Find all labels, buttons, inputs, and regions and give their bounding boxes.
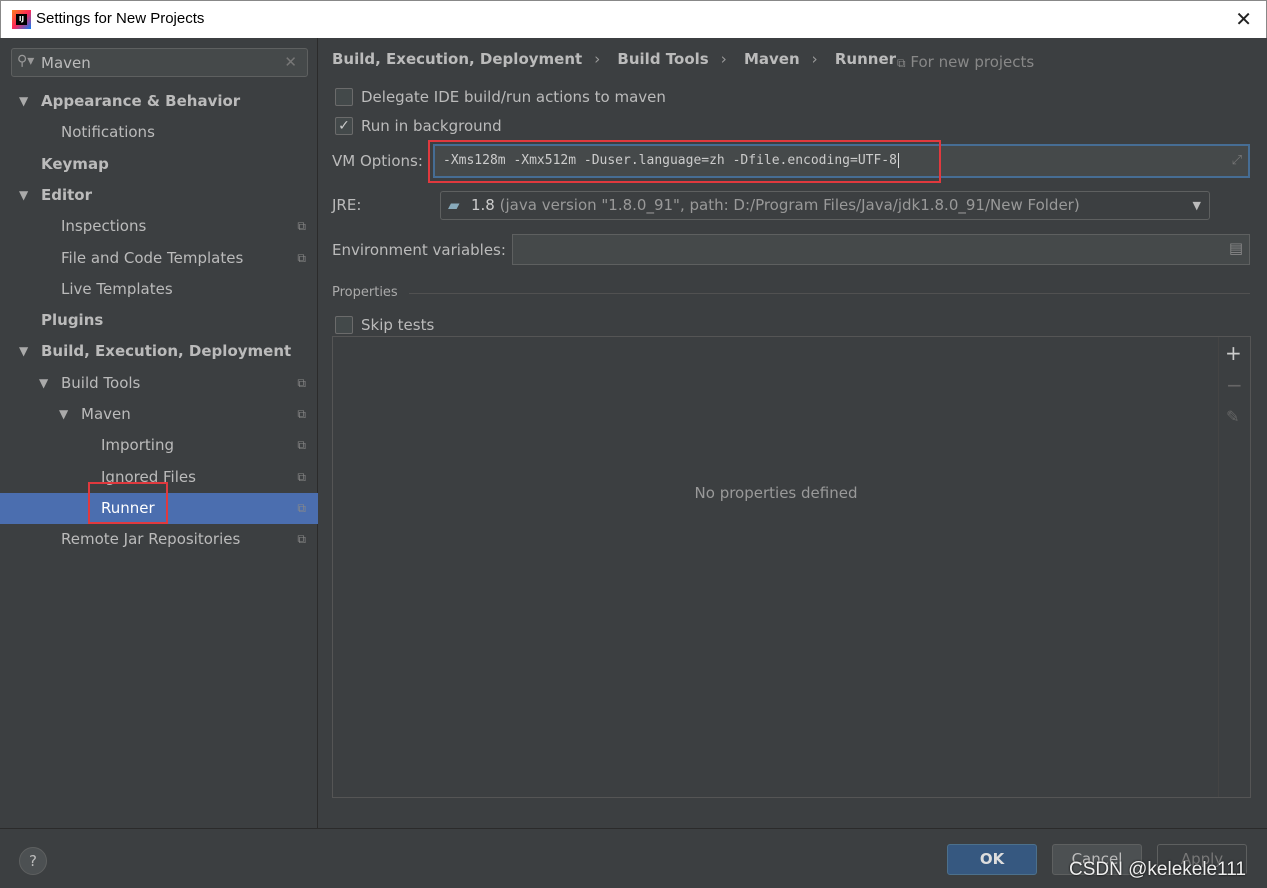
tree-item-label: Inspections	[61, 217, 147, 236]
breadcrumb-item: Build Tools	[617, 50, 709, 68]
jre-version: 1.8	[471, 196, 495, 214]
tree-item[interactable]: ▼ Maven ⧉	[0, 399, 318, 430]
expand-icon[interactable]: ⤢	[1232, 146, 1242, 176]
properties-table: No properties defined + − ✎	[332, 336, 1251, 798]
tree-item-label: Importing	[101, 436, 174, 455]
tree-item[interactable]: ▼ Appearance & Behavior	[0, 86, 318, 117]
skip-tests-label: Skip tests	[361, 316, 435, 334]
expand-arrow-icon[interactable]: ▼	[19, 336, 28, 367]
tree-item[interactable]: Keymap	[0, 149, 318, 180]
breadcrumb: Build, Execution, Deployment › Build Tool…	[332, 50, 897, 68]
tree-item[interactable]: Live Templates	[0, 274, 318, 305]
search-input[interactable]: ⚲▾ Maven ✕	[11, 48, 308, 77]
tree-item[interactable]: Notifications	[0, 117, 318, 148]
tree-item-label: Editor	[41, 185, 92, 204]
remove-property-icon[interactable]: −	[1226, 373, 1243, 397]
title-bar: IJ Settings for New Projects ✕	[0, 0, 1267, 38]
close-button[interactable]: ✕	[1235, 7, 1252, 31]
run-in-background-checkbox[interactable]: ✓	[335, 117, 353, 135]
tree-item-label: Build Tools	[61, 373, 141, 392]
project-copy-icon: ⧉	[297, 250, 306, 265]
tree-item-label: Appearance & Behavior	[41, 92, 241, 110]
highlight-box-vm-options	[428, 140, 941, 183]
empty-properties-text: No properties defined	[694, 484, 858, 502]
ok-button[interactable]: OK	[947, 844, 1037, 875]
settings-sidebar: ⚲▾ Maven ✕ ▼ Appearance & Behavior Notific…	[0, 38, 318, 828]
tree-item[interactable]: ▼ Editor	[0, 180, 318, 211]
add-property-icon[interactable]: +	[1225, 341, 1242, 365]
runner-settings-panel: Build, Execution, Deployment › Build Tool…	[319, 38, 1267, 828]
tree-item[interactable]: Plugins	[0, 305, 318, 336]
project-copy-icon: ⧉	[297, 219, 306, 234]
jre-detail: (java version "1.8.0_91", path: D:/Progr…	[499, 196, 1080, 214]
browse-icon[interactable]: ▤	[1229, 239, 1243, 257]
tree-item-label: Plugins	[41, 311, 104, 330]
expand-arrow-icon[interactable]: ▼	[39, 368, 48, 399]
project-copy-icon: ⧉	[297, 438, 306, 453]
tree-item-label: Keymap	[41, 154, 109, 173]
jre-label: JRE:	[332, 196, 362, 214]
delegate-checkbox[interactable]	[335, 88, 353, 106]
breadcrumb-item: Build, Execution, Deployment	[332, 50, 583, 68]
project-copy-icon: ⧉	[297, 469, 306, 484]
project-copy-icon: ⧉	[297, 407, 306, 421]
tree-item[interactable]: ▼ Build Tools ⧉	[0, 368, 318, 399]
breadcrumb-item: Runner	[834, 50, 897, 68]
expand-arrow-icon[interactable]: ▼	[59, 399, 68, 430]
skip-tests-checkbox[interactable]	[335, 316, 353, 334]
copy-icon: ⧉	[897, 56, 906, 70]
window-title: Settings for New Projects	[36, 10, 205, 27]
for-new-projects-label: ⧉ For new projects	[897, 53, 1034, 71]
search-value: Maven	[41, 54, 91, 72]
project-copy-icon: ⧉	[297, 500, 306, 515]
tree-item-label: Build, Execution, Deployment	[41, 342, 292, 361]
watermark: CSDN @kelekele111	[1069, 859, 1246, 880]
run-in-background-label: Run in background	[361, 117, 502, 135]
chevron-down-icon: ▼	[1192, 199, 1201, 212]
project-copy-icon: ⧉	[297, 532, 306, 547]
tree-item-label: Maven	[81, 405, 131, 423]
tree-item-label: Live Templates	[61, 279, 173, 298]
delegate-label: Delegate IDE build/run actions to maven	[361, 88, 666, 106]
environment-variables-label: Environment variables:	[332, 241, 506, 259]
expand-arrow-icon[interactable]: ▼	[19, 86, 28, 117]
tree-item-label: Notifications	[61, 123, 155, 142]
jdk-folder-icon: ▰	[448, 196, 460, 214]
highlight-box-runner	[88, 482, 168, 524]
tree-item-label: Remote Jar Repositories	[61, 530, 241, 549]
jre-dropdown[interactable]: ▰ 1.8 (java version "1.8.0_91", path: D:…	[440, 191, 1210, 220]
tree-item-label: File and Code Templates	[61, 248, 244, 267]
edit-property-icon[interactable]: ✎	[1226, 407, 1239, 426]
expand-arrow-icon[interactable]: ▼	[19, 180, 28, 211]
divider	[409, 293, 1250, 294]
help-button[interactable]: ?	[19, 847, 47, 875]
properties-section-label: Properties	[332, 285, 398, 300]
environment-variables-input[interactable]: ▤	[512, 234, 1250, 265]
project-copy-icon: ⧉	[297, 375, 306, 390]
intellij-logo-icon: IJ	[12, 10, 31, 29]
tree-item[interactable]: File and Code Templates ⧉	[0, 243, 318, 274]
search-icon: ⚲▾	[17, 53, 35, 69]
clear-search-icon[interactable]: ✕	[284, 53, 297, 71]
vm-options-label: VM Options:	[332, 152, 423, 170]
breadcrumb-item: Maven	[743, 50, 800, 68]
for-new-projects-text: For new projects	[910, 53, 1035, 71]
tree-item[interactable]: Importing ⧉	[0, 430, 318, 461]
tree-item[interactable]: ▼ Build, Execution, Deployment	[0, 336, 318, 367]
tree-item[interactable]: Remote Jar Repositories ⧉	[0, 524, 318, 555]
tree-item[interactable]: Inspections ⧉	[0, 211, 318, 242]
